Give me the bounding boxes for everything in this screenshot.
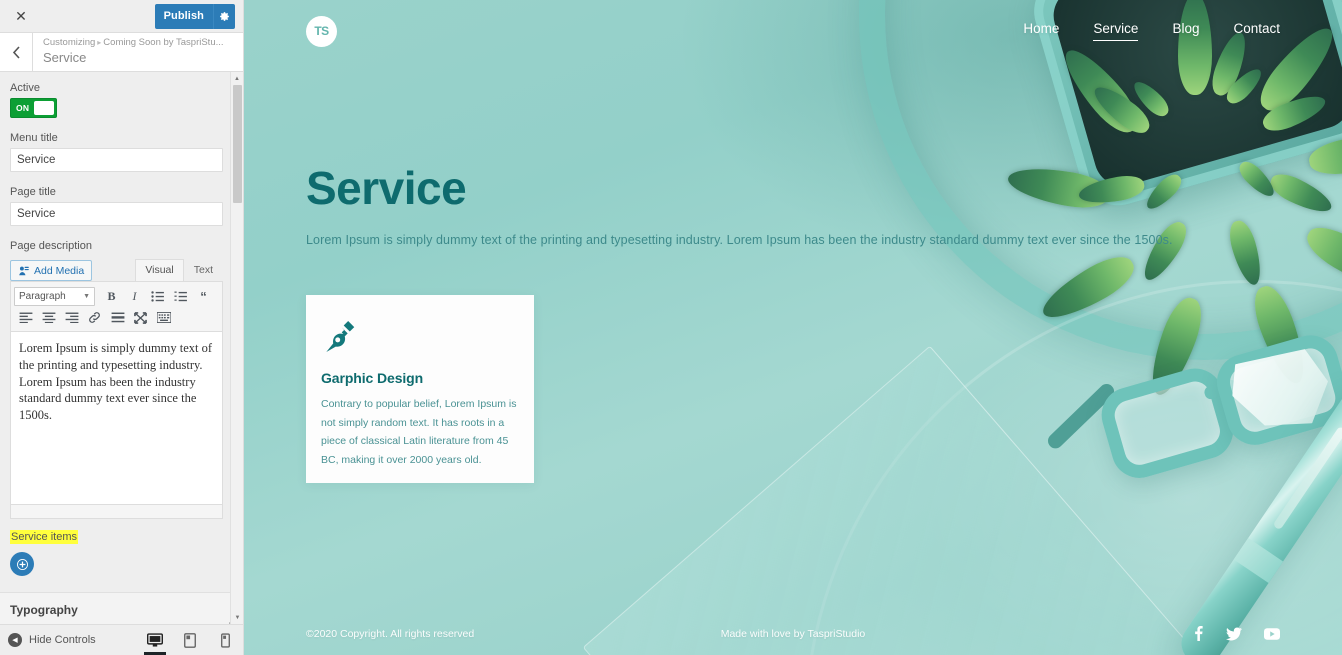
hide-controls-label: Hide Controls: [29, 634, 96, 646]
facebook-icon[interactable]: [1193, 626, 1204, 641]
breadcrumb-parent[interactable]: Coming Soon by TaspriStu...: [103, 37, 223, 48]
customizer-footer: ◀ Hide Controls: [0, 624, 243, 655]
footer-socials: [1193, 626, 1280, 641]
site-logo[interactable]: TS: [306, 15, 337, 47]
blockquote-icon[interactable]: “: [192, 286, 215, 307]
breadcrumb-root[interactable]: Customizing: [43, 37, 95, 48]
align-left-icon[interactable]: [14, 307, 37, 328]
numbered-list-icon[interactable]: [169, 286, 192, 307]
page-title-input[interactable]: [10, 202, 223, 226]
service-card-title: Garphic Design: [321, 370, 424, 386]
add-media-label: Add Media: [34, 264, 85, 277]
add-media-button[interactable]: Add Media: [10, 260, 93, 281]
site-nav: Home Service Blog Contact: [1023, 21, 1280, 41]
publish-group: Publish: [154, 3, 235, 29]
publish-button[interactable]: Publish: [154, 3, 213, 29]
format-select[interactable]: Paragraph ▼: [14, 287, 95, 306]
service-card-text: Contrary to popular belief, Lorem Ipsum …: [321, 398, 517, 466]
bulleted-list-icon[interactable]: [146, 286, 169, 307]
footer-copyright: ©2020 Copyright. All rights reserved: [306, 627, 475, 640]
read-more-icon[interactable]: [106, 307, 129, 328]
chevron-down-icon: ▼: [83, 293, 90, 300]
plus-circle-icon: [16, 558, 28, 570]
site-footer: ©2020 Copyright. All rights reserved Mad…: [306, 626, 1280, 641]
editor-top-row: Add Media Visual Text: [10, 256, 223, 281]
tab-text[interactable]: Text: [184, 259, 223, 281]
customizer-app: ✕ Publish Customizing ▸ Coming Soon by T…: [0, 0, 1342, 655]
scrollbar-thumb[interactable]: [233, 85, 242, 203]
menu-title-label: Menu title: [10, 132, 58, 144]
active-toggle-state: ON: [16, 103, 30, 113]
format-select-value: Paragraph: [19, 291, 66, 302]
bold-icon[interactable]: B: [100, 286, 123, 307]
site-header: TS Home Service Blog Contact: [244, 0, 1342, 62]
pen-nib-icon: [321, 317, 518, 361]
chevron-left-icon[interactable]: [0, 33, 33, 71]
control-active: Active ON: [0, 72, 243, 122]
sidebar-scrollbar[interactable]: ▲ ▼: [230, 72, 243, 624]
device-preview-group: [141, 625, 239, 655]
customizer-header: Customizing ▸ Coming Soon by TaspriStu... …: [0, 33, 243, 72]
twitter-icon[interactable]: [1226, 627, 1242, 641]
collapse-icon: ◀: [8, 633, 22, 647]
media-icon: [19, 266, 29, 275]
editor-mode-tabs: Visual Text: [135, 259, 223, 281]
align-center-icon[interactable]: [37, 307, 60, 328]
editor-toolbar-row-2: [14, 307, 219, 328]
menu-title-input[interactable]: [10, 148, 223, 172]
youtube-icon[interactable]: [1264, 627, 1280, 640]
active-toggle[interactable]: ON: [10, 98, 57, 118]
scroll-up-arrow[interactable]: ▲: [231, 72, 243, 85]
close-icon[interactable]: ✕: [4, 0, 38, 33]
mobile-icon[interactable]: [211, 625, 239, 655]
editor-statusbar: [10, 504, 243, 624]
nav-item-blog[interactable]: Blog: [1172, 21, 1199, 41]
customizer-controls-scroll: Active ON Menu title Page title: [0, 72, 243, 624]
hide-controls-button[interactable]: ◀ Hide Controls: [8, 633, 96, 647]
align-right-icon[interactable]: [60, 307, 83, 328]
editor-content: Lorem Ipsum is simply dummy text of the …: [19, 341, 213, 423]
tab-visual[interactable]: Visual: [135, 259, 184, 281]
service-card[interactable]: Garphic Design Contrary to popular belie…: [306, 295, 534, 483]
page-description-label: Page description: [10, 240, 92, 252]
page-title: Service: [43, 50, 87, 65]
breadcrumb: Customizing ▸ Coming Soon by TaspriStu...: [43, 36, 243, 49]
add-service-item-button[interactable]: [10, 552, 34, 576]
nav-item-contact[interactable]: Contact: [1233, 21, 1280, 41]
active-label: Active: [10, 82, 40, 94]
editor-toolbar-row-1: Paragraph ▼ B I “: [14, 286, 219, 307]
nav-item-home[interactable]: Home: [1023, 21, 1059, 41]
gear-icon[interactable]: [213, 3, 235, 29]
scroll-down-arrow[interactable]: ▼: [231, 611, 243, 624]
customizer-topbar: ✕ Publish: [0, 0, 243, 33]
control-menu-title: Menu title: [0, 122, 243, 176]
fullscreen-icon[interactable]: [129, 307, 152, 328]
preview-content: TS Home Service Blog Contact Service Lor…: [244, 0, 1342, 655]
control-service-items: Service items: [0, 523, 243, 580]
site-main: Service Lorem Ipsum is simply dummy text…: [306, 160, 1280, 483]
toggle-knob: [34, 101, 54, 115]
customizer-sidebar: ✕ Publish Customizing ▸ Coming Soon by T…: [0, 0, 244, 655]
page-title-label: Page title: [10, 186, 56, 198]
site-page-title: Service: [306, 162, 467, 214]
italic-icon[interactable]: I: [123, 286, 146, 307]
control-page-title: Page title: [0, 176, 243, 230]
wp-editor: Add Media Visual Text Paragraph ▼ B I “ …: [10, 256, 243, 624]
toolbar-toggle-icon[interactable]: [152, 307, 175, 328]
site-preview[interactable]: TS Home Service Blog Contact Service Lor…: [244, 0, 1342, 655]
footer-credit: Made with love by TaspriStudio: [720, 627, 866, 640]
customizer-titles: Customizing ▸ Coming Soon by TaspriStu... …: [33, 33, 243, 71]
editor-toolbar: Paragraph ▼ B I “: [10, 281, 223, 331]
site-page-description: Lorem Ipsum is simply dummy text of the …: [306, 233, 1173, 247]
link-icon[interactable]: [83, 307, 106, 328]
editor-textarea[interactable]: Lorem Ipsum is simply dummy text of the …: [10, 331, 223, 505]
service-items-label: Service items: [10, 530, 79, 544]
nav-item-service[interactable]: Service: [1093, 21, 1139, 41]
section-typography[interactable]: Typography: [0, 592, 243, 624]
tablet-icon[interactable]: [176, 625, 204, 655]
control-page-description: Page description Add Media Visual Text P…: [0, 230, 243, 624]
desktop-icon[interactable]: [141, 625, 169, 655]
